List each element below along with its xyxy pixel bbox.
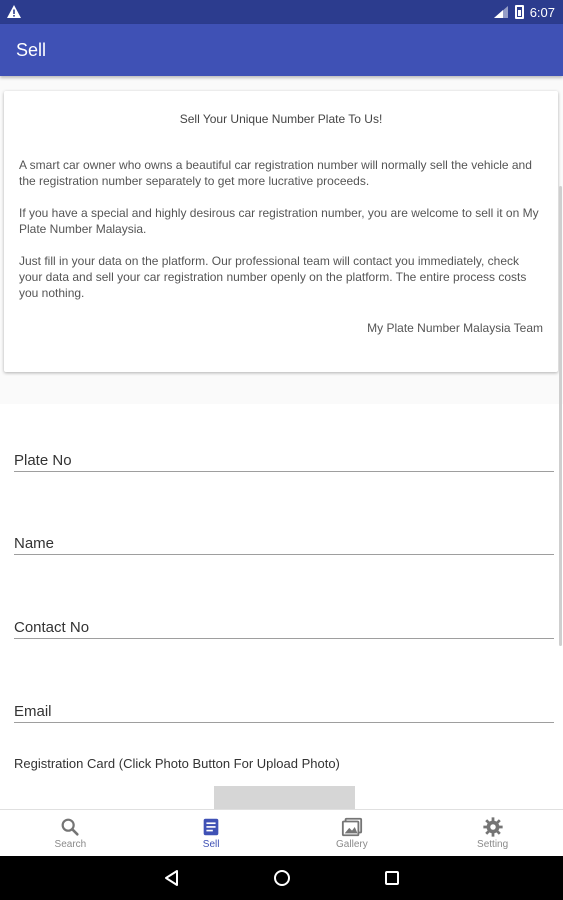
info-card-signature: My Plate Number Malaysia Team [367,321,543,335]
tab-label: Gallery [336,839,368,850]
battery-icon [514,5,524,19]
tab-label: Search [54,839,87,850]
plate-no-field [14,452,554,472]
info-card: Sell Your Unique Number Plate To Us! A s… [4,91,558,372]
gallery-icon [341,817,362,837]
contact-no-field [14,619,554,639]
status-time: 6:07 [529,4,555,20]
recents-icon[interactable] [382,868,402,888]
tab-label: Setting [477,839,509,850]
name-field [14,535,554,555]
tab-sell[interactable]: Sell [141,810,282,856]
signal-icon [493,6,508,18]
sell-form: Registration Card (Click Photo Button Fo… [0,404,563,809]
scrollbar[interactable] [559,186,562,646]
photo-upload-button[interactable] [214,786,355,809]
contact-no-input[interactable] [14,619,554,636]
tab-gallery[interactable]: Gallery [282,810,423,856]
app-bar: Sell [0,24,563,76]
name-input[interactable] [14,535,554,552]
system-navigation-bar [0,856,563,900]
info-card-title: Sell Your Unique Number Plate To Us! [179,112,383,126]
plate-no-input[interactable] [14,452,554,469]
page-title: Sell [16,39,47,60]
tab-setting[interactable]: Setting [422,810,563,856]
scroll-content[interactable]: Sell Your Unique Number Plate To Us! A s… [0,76,563,809]
bottom-navigation: Search Sell Gallery Setting [0,809,563,856]
status-bar: 6:07 [0,0,563,24]
warning-icon [7,5,21,18]
info-paragraph: Just fill in your data on the platform. … [19,254,527,300]
tab-search[interactable]: Search [0,810,141,856]
back-icon[interactable] [162,868,182,888]
registration-card-label: Registration Card (Click Photo Button Fo… [14,756,340,771]
info-paragraph: If you have a special and highly desirou… [19,206,539,236]
info-paragraph: A smart car owner who owns a beautiful c… [19,158,532,188]
gear-icon [483,817,503,837]
email-field [14,703,554,723]
document-icon [203,818,219,836]
tab-label: Sell [202,839,220,850]
search-icon [61,818,79,836]
home-icon[interactable] [272,868,292,888]
email-input[interactable] [14,703,554,720]
